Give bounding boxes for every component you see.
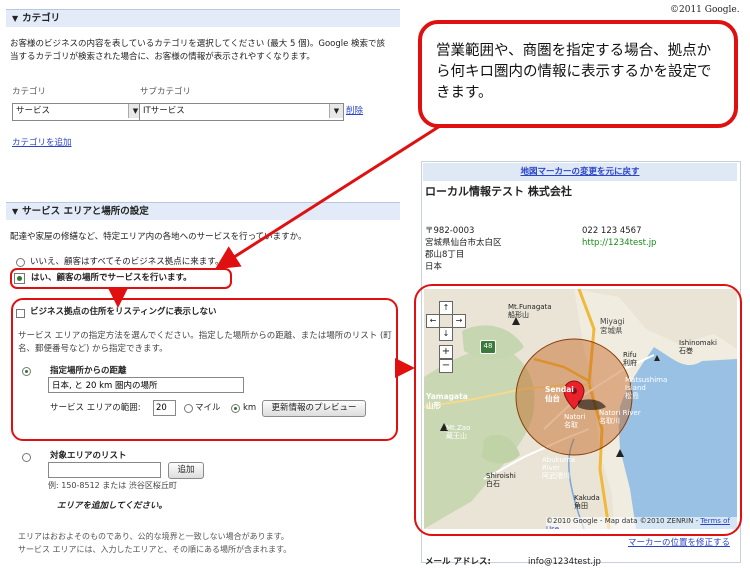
annotation-arrows <box>108 124 441 378</box>
callout-arrow <box>214 124 441 270</box>
